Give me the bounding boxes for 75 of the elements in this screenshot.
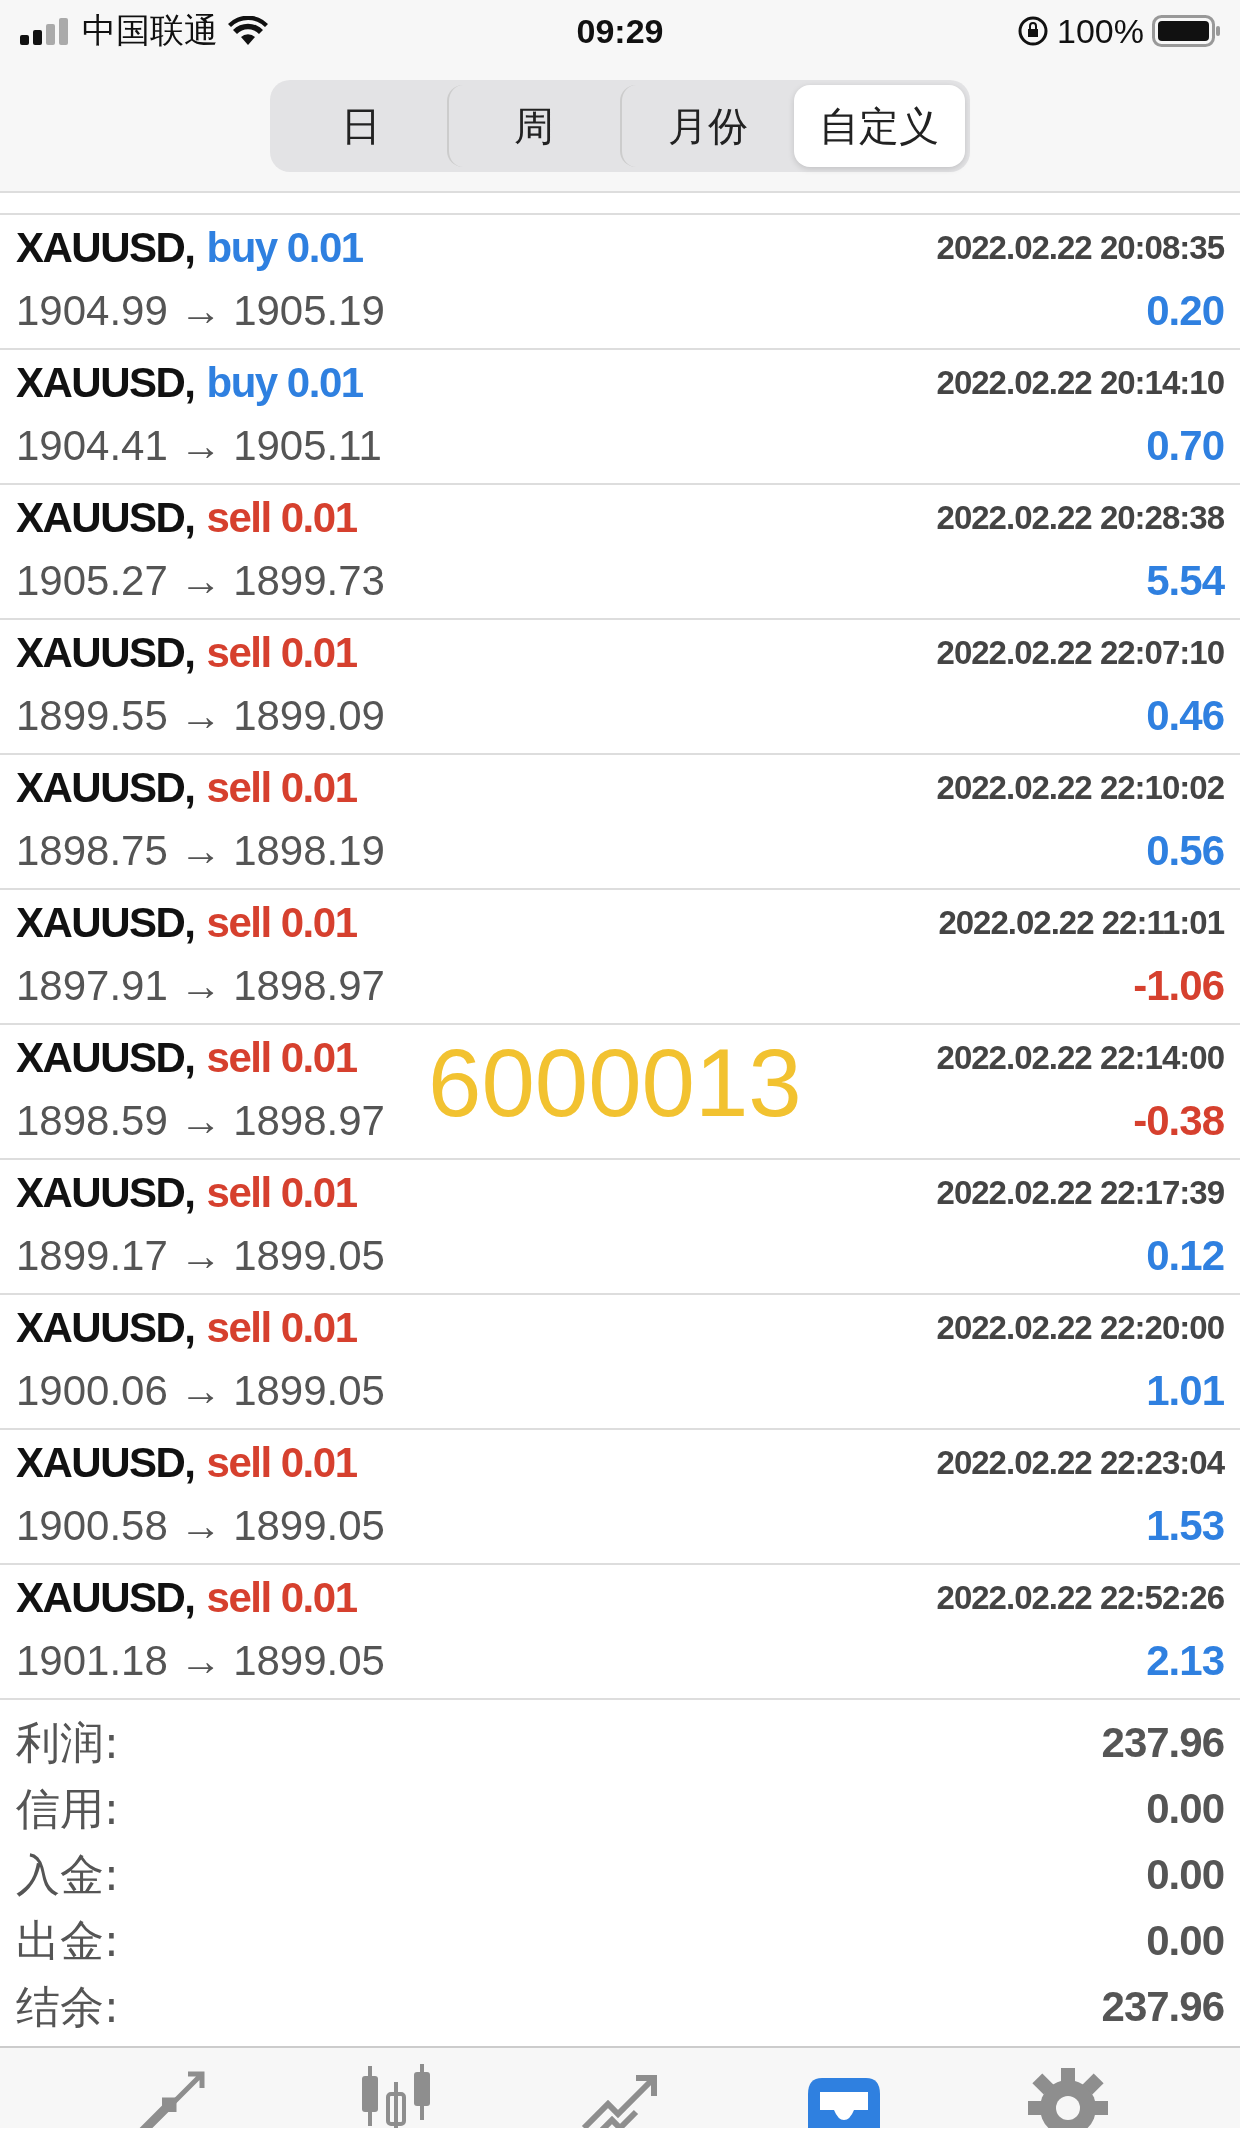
summary-value: 237.96 (1101, 1983, 1224, 2031)
profit-value: -1.06 (1133, 962, 1224, 1010)
symbol-label: XAUUSD, (16, 899, 195, 947)
period-tab[interactable]: 自定义 (793, 85, 965, 167)
trade-time: 2022.02.22 22:14:00 (936, 1039, 1224, 1077)
period-tab[interactable]: 日 (275, 85, 447, 167)
clock-time: 09:29 (576, 11, 664, 51)
wifi-icon (228, 16, 268, 46)
order-type: sell 0.01 (206, 1439, 357, 1487)
price-range: 1898.59 → 1898.97 (16, 1097, 386, 1145)
price-range: 1905.27 → 1899.73 (16, 557, 386, 605)
symbol-label: XAUUSD, (16, 1169, 195, 1217)
profit-value: 0.12 (1146, 1232, 1224, 1280)
profit-value: 5.54 (1146, 557, 1224, 605)
summary-value: 237.96 (1101, 1719, 1224, 1767)
order-type: sell 0.01 (206, 1034, 357, 1082)
trade-time: 2022.02.22 20:08:35 (936, 229, 1224, 267)
summary-label: 结余: (16, 1979, 119, 2034)
price-range: 1899.55 → 1899.09 (16, 692, 386, 740)
profit-value: 0.46 (1146, 692, 1224, 740)
symbol-label: XAUUSD, (16, 1439, 195, 1487)
profit-value: 0.70 (1146, 422, 1224, 470)
profit-value: 1.01 (1146, 1367, 1224, 1415)
order-type: sell 0.01 (206, 764, 357, 812)
trade-time: 2022.02.22 22:11:01 (938, 904, 1224, 942)
symbol-label: XAUUSD, (16, 224, 195, 272)
profit-value: 0.56 (1146, 827, 1224, 875)
profit-value: 1.53 (1146, 1502, 1224, 1550)
summary-label: 利润: (16, 1715, 119, 1770)
rotation-lock-icon (1017, 15, 1050, 47)
trade-time: 2022.02.22 22:10:02 (936, 769, 1224, 807)
order-type: sell 0.01 (206, 1574, 357, 1622)
trade-time: 2022.02.22 22:23:04 (936, 1444, 1224, 1482)
overlay-number: 6000013 (428, 1028, 802, 1138)
trade-time: 2022.02.22 20:14:10 (936, 364, 1224, 402)
symbol-label: XAUUSD, (16, 1304, 195, 1352)
symbol-label: XAUUSD, (16, 494, 195, 542)
price-range: 1900.58 → 1899.05 (16, 1502, 386, 1550)
order-type: sell 0.01 (206, 1169, 357, 1217)
battery-icon (1152, 15, 1222, 47)
summary-label: 入金: (16, 1847, 119, 1902)
period-tab[interactable]: 周 (446, 85, 620, 167)
profit-value: 2.13 (1146, 1637, 1224, 1685)
price-range: 1897.91 → 1898.97 (16, 962, 386, 1010)
symbol-label: XAUUSD, (16, 1574, 195, 1622)
profit-value: 0.20 (1146, 287, 1224, 335)
profit-value: -0.38 (1133, 1097, 1224, 1145)
trade-time: 2022.02.22 20:28:38 (936, 499, 1224, 537)
order-type: sell 0.01 (206, 629, 357, 677)
symbol-label: XAUUSD, (16, 359, 195, 407)
price-range: 1898.75 → 1898.19 (16, 827, 386, 875)
price-range: 1899.17 → 1899.05 (16, 1232, 386, 1280)
order-type: buy 0.01 (206, 224, 363, 272)
summary-label: 出金: (16, 1913, 119, 1968)
price-range: 1901.18 → 1899.05 (16, 1637, 386, 1685)
summary-value: 0.00 (1146, 1851, 1224, 1899)
order-type: buy 0.01 (206, 359, 363, 407)
price-range: 1900.06 → 1899.05 (16, 1367, 386, 1415)
battery-percent: 100% (1057, 11, 1144, 51)
summary-value: 0.00 (1146, 1785, 1224, 1833)
carrier-name: 中国联通 (82, 10, 218, 51)
trade-time: 2022.02.22 22:52:26 (936, 1579, 1224, 1617)
summary-label: 信用: (16, 1781, 119, 1836)
summary-value: 0.00 (1146, 1917, 1224, 1965)
symbol-label: XAUUSD, (16, 764, 195, 812)
price-range: 1904.41 → 1905.11 (16, 422, 383, 470)
symbol-label: XAUUSD, (16, 1034, 195, 1082)
price-range: 1904.99 → 1905.19 (16, 287, 386, 335)
trade-time: 2022.02.22 22:17:39 (936, 1174, 1224, 1212)
order-type: sell 0.01 (206, 494, 357, 542)
symbol-label: XAUUSD, (16, 629, 195, 677)
trade-time: 2022.02.22 22:07:10 (936, 634, 1224, 672)
trade-time: 2022.02.22 22:20:00 (936, 1309, 1224, 1347)
order-type: sell 0.01 (206, 1304, 357, 1352)
order-type: sell 0.01 (206, 899, 357, 947)
